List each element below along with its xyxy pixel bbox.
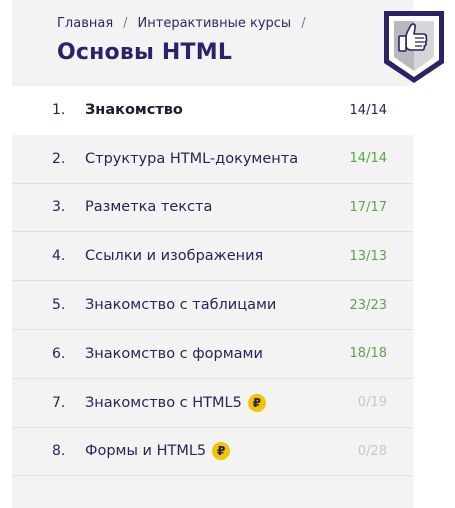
lesson-title[interactable]: Знакомство с таблицами: [85, 297, 276, 313]
lesson-number: 3.: [52, 199, 66, 216]
lesson-progress-count: 0/28: [357, 443, 387, 459]
lesson-progress-count: 18/18: [349, 346, 387, 362]
breadcrumb-separator: /: [301, 16, 306, 31]
breadcrumb-separator: /: [123, 16, 128, 31]
lesson-number: 1.: [52, 102, 66, 119]
lesson-title-text: Формы и HTML5: [85, 443, 207, 460]
lesson-progress-count: 0/19: [357, 395, 387, 411]
lesson-title[interactable]: Знакомство с формами: [85, 346, 263, 362]
lesson-row[interactable]: 7. Знакомство с HTML5 0/19: [12, 379, 413, 428]
lesson-number: 7.: [52, 394, 66, 411]
lesson-title[interactable]: Знакомство: [85, 102, 183, 118]
lesson-row[interactable]: 3. Разметка текста 17/17: [12, 184, 413, 233]
lesson-progress-count: 14/14: [349, 102, 387, 118]
lesson-title[interactable]: Ссылки и изображения: [85, 248, 263, 264]
breadcrumb-courses-link[interactable]: Интерактивные курсы: [138, 16, 292, 31]
lesson-row[interactable]: 4. Ссылки и изображения 13/13: [12, 232, 413, 282]
lesson-title[interactable]: Знакомство с HTML5: [85, 393, 266, 412]
lesson-number: 5.: [52, 297, 66, 314]
lesson-title[interactable]: Разметка текста: [85, 199, 212, 215]
ruble-coin-icon: [212, 442, 231, 461]
lesson-progress-count: 14/14: [349, 151, 387, 167]
lesson-number: 2.: [52, 150, 66, 167]
lesson-title-text: Знакомство с таблицами: [85, 297, 277, 314]
breadcrumb: Главная / Интерактивные курсы /: [57, 16, 316, 31]
lesson-title-text: Структура HTML-документа: [85, 150, 299, 167]
lesson-title-text: Знакомство: [85, 102, 183, 119]
lesson-number: 8.: [52, 443, 66, 460]
header: Главная / Интерактивные курсы / Основы H…: [0, 0, 455, 86]
lesson-number: 6.: [52, 345, 66, 362]
lesson-title-text: Ссылки и изображения: [85, 248, 264, 265]
lesson-title[interactable]: Формы и HTML5: [85, 442, 231, 461]
lesson-progress-count: 23/23: [349, 297, 387, 313]
lesson-progress-count: 13/13: [349, 248, 387, 264]
breadcrumb-home-link[interactable]: Главная: [57, 16, 113, 31]
lesson-number: 4.: [52, 248, 66, 265]
lesson-title-text: Знакомство с HTML5: [85, 394, 242, 411]
page-title: Основы HTML: [57, 40, 233, 65]
lesson-title-text: Разметка текста: [85, 199, 213, 216]
lesson-title-text: Знакомство с формами: [85, 345, 263, 362]
lesson-title[interactable]: Структура HTML-документа: [85, 151, 298, 167]
ruble-coin-icon: [247, 393, 266, 412]
lesson-list: 1. Знакомство 14/14 2. Структура HTML-докуме…: [12, 86, 413, 477]
lesson-row[interactable]: 6. Знакомство с формами 18/18: [12, 330, 413, 379]
lesson-progress-count: 17/17: [349, 199, 387, 215]
lesson-row[interactable]: 5. Знакомство с таблицами 23/23: [12, 281, 413, 330]
thumbs-up-icon: [384, 11, 444, 83]
lesson-row[interactable]: 1. Знакомство 14/14: [12, 86, 413, 135]
lesson-row[interactable]: 2. Структура HTML-документа 14/14: [12, 135, 413, 184]
lesson-row[interactable]: 8. Формы и HTML5 0/28: [12, 428, 413, 477]
